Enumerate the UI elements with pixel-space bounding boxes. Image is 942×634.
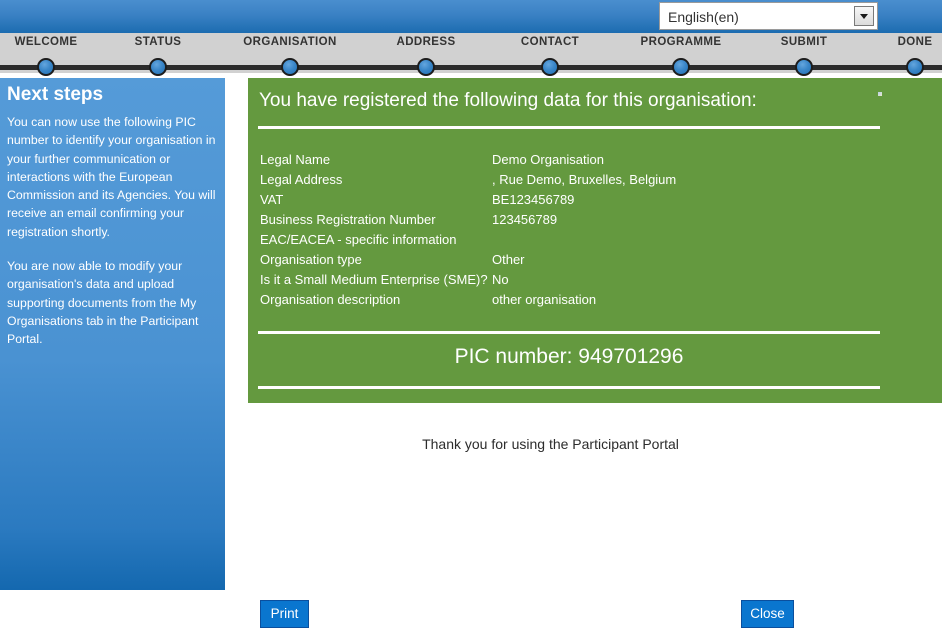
field-label: Organisation description xyxy=(260,292,401,307)
table-row: VAT BE123456789 xyxy=(260,190,880,210)
stepper-step-label: SUBMIT xyxy=(780,36,828,48)
table-row: Is it a Small Medium Enterprise (SME)? No xyxy=(260,270,880,290)
stepper-step-dot xyxy=(541,58,559,76)
stepper-step-label: STATUS xyxy=(134,36,182,48)
stepper-step-label: WELCOME xyxy=(14,36,78,48)
pic-number: PIC number: 949701296 xyxy=(454,345,684,368)
stepper-step-dot xyxy=(37,58,55,76)
stepper-step-dot xyxy=(281,58,299,76)
field-label: Business Registration Number xyxy=(260,212,436,227)
registered-data-table: Legal Name Demo Organisation Legal Address… xyxy=(260,150,880,310)
next-steps-sidebar: Next steps You can now use the following… xyxy=(0,78,225,590)
field-label: EAC/EACEA - specific information xyxy=(260,232,457,247)
stepper-step-dot xyxy=(149,58,167,76)
stepper-step-dot xyxy=(672,58,690,76)
stepper-step-label: ADDRESS xyxy=(396,36,456,48)
stepper-step-label: PROGRAMME xyxy=(640,36,722,48)
stepper-step-label: ORGANISATION xyxy=(243,36,337,48)
table-row: EAC/EACEA - specific information xyxy=(260,230,880,250)
table-row: Legal Name Demo Organisation xyxy=(260,150,880,170)
field-label: Is it a Small Medium Enterprise (SME)? xyxy=(260,272,488,287)
field-label: Legal Address xyxy=(260,172,343,187)
chevron-down-icon[interactable] xyxy=(854,6,874,26)
progress-stepper: WELCOME STATUS ORGANISATION ADDRESS CONT… xyxy=(0,33,942,76)
stepper-step-label: CONTACT xyxy=(520,36,580,48)
field-value: No xyxy=(492,272,509,287)
print-button[interactable]: Print xyxy=(260,600,309,628)
field-value: , Rue Demo, Bruxelles, Belgium xyxy=(492,172,677,187)
language-select-value: English(en) xyxy=(668,9,739,25)
sidebar-paragraph-1: You can now use the following PIC number… xyxy=(7,115,216,239)
panel-title: You have registered the following data f… xyxy=(259,90,757,111)
panel-divider-bottom xyxy=(258,386,880,389)
field-value: Other xyxy=(492,252,525,267)
thank-you-message: Thank you for using the Participant Port… xyxy=(422,436,679,452)
field-label: Organisation type xyxy=(260,252,362,267)
field-label: Legal Name xyxy=(260,152,331,167)
table-row: Business Registration Number 123456789 xyxy=(260,210,880,230)
top-header-bar: English(en) xyxy=(0,0,942,33)
registration-summary-panel: You have registered the following data f… xyxy=(248,78,942,403)
sidebar-heading: Next steps xyxy=(7,84,104,105)
field-value: BE123456789 xyxy=(492,192,575,207)
stepper-step-dot xyxy=(795,58,813,76)
language-select[interactable]: English(en) xyxy=(659,2,878,30)
stepper-step-dot xyxy=(906,58,924,76)
render-artifact-icon xyxy=(878,92,882,96)
field-value: 123456789 xyxy=(492,212,558,227)
panel-divider-top xyxy=(258,126,880,129)
stepper-step-dot xyxy=(417,58,435,76)
field-value: other organisation xyxy=(492,292,597,307)
table-row: Organisation description other organisati… xyxy=(260,290,880,310)
field-value xyxy=(492,230,880,250)
field-value: Demo Organisation xyxy=(492,152,604,167)
table-row: Legal Address , Rue Demo, Bruxelles, Belg… xyxy=(260,170,880,190)
stepper-step-label: DONE xyxy=(897,36,933,48)
sidebar-paragraph-2: You are now able to modify your organisa… xyxy=(7,259,199,347)
close-button[interactable]: Close xyxy=(741,600,794,628)
table-row: Organisation type Other xyxy=(260,250,880,270)
field-label: VAT xyxy=(260,192,284,207)
panel-divider-middle xyxy=(258,331,880,334)
